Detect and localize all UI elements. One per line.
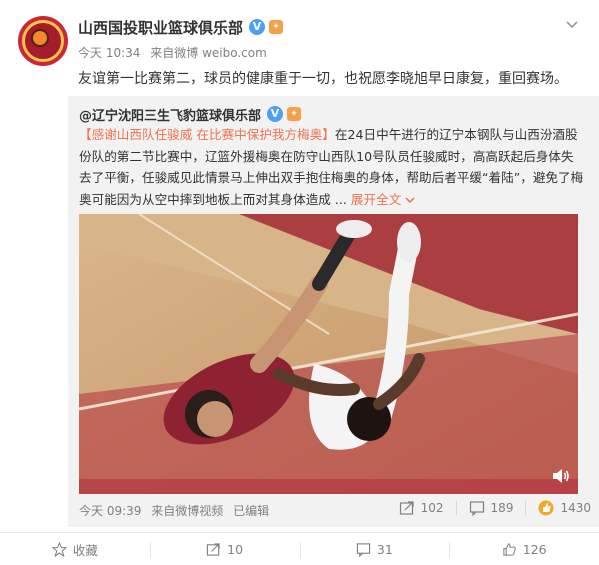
- forward-icon: [207, 542, 220, 556]
- like-icon: [538, 500, 554, 516]
- action-bar: 收藏 10 31 126: [0, 532, 599, 565]
- repost-comment-button[interactable]: 189: [469, 500, 514, 516]
- post-meta: 今天 10:34 来自微博 weibo.com: [78, 44, 273, 61]
- topic-link[interactable]: 【感谢山西队任骏威 在比赛中保护我方梅奥】: [79, 127, 335, 142]
- video-player[interactable]: [79, 214, 578, 494]
- forward-icon: [399, 501, 414, 515]
- comment-icon: [469, 501, 484, 516]
- author-row: 山西国投职业篮球俱乐部 V ✦: [78, 16, 284, 38]
- star-icon: [51, 541, 67, 557]
- repost-like-button[interactable]: 1430: [538, 500, 591, 516]
- repost-source[interactable]: 微博视频: [175, 504, 223, 518]
- medal-icon: ✦: [269, 20, 284, 34]
- post-time[interactable]: 今天 10:34: [78, 46, 140, 60]
- repost-box: @辽宁沈阳三生飞豹篮球俱乐部 V ✦ 【感谢山西队任骏威 在比赛中保护我方梅奥】…: [68, 96, 599, 527]
- thumbs-up-icon: [503, 542, 516, 556]
- favorite-label: 收藏: [72, 542, 98, 558]
- favorite-button[interactable]: 收藏: [0, 533, 150, 565]
- post-text: 友谊第一比赛第二，球员的健康重于一切，也祝愿李晓旭早日康复，重回赛场。: [78, 71, 568, 87]
- author-avatar[interactable]: [18, 16, 68, 66]
- volume-icon[interactable]: [552, 468, 570, 484]
- verified-icon: V: [267, 106, 284, 122]
- forward-button[interactable]: 10: [149, 533, 300, 565]
- forward-count: 10: [227, 541, 244, 557]
- expand-link[interactable]: 展开全文: [351, 192, 415, 207]
- repost-forward-button[interactable]: 102: [399, 500, 444, 516]
- repost-stats: 102 189 1430: [387, 500, 591, 516]
- repost-time[interactable]: 今天 09:39: [79, 504, 141, 518]
- medal-icon: ✦: [287, 107, 302, 121]
- weibo-card: 山西国投职业篮球俱乐部 V ✦ 今天 10:34 来自微博 weibo.com …: [0, 0, 599, 565]
- like-button[interactable]: 126: [449, 533, 599, 565]
- repost-author-row: @辽宁沈阳三生飞豹篮球俱乐部 V ✦: [79, 104, 302, 124]
- chevron-down-icon[interactable]: [565, 18, 579, 32]
- comment-icon: [356, 542, 371, 557]
- comment-count: 31: [376, 541, 393, 557]
- chevron-down-icon: [405, 197, 415, 204]
- verified-icon: V: [249, 19, 266, 35]
- repost-like-count: 1430: [560, 501, 591, 515]
- repost-meta: 今天 09:39 来自微博视频 已编辑: [79, 502, 275, 519]
- comment-button[interactable]: 31: [299, 533, 450, 565]
- like-count: 126: [522, 541, 547, 557]
- video-frame: [79, 214, 578, 494]
- post-source[interactable]: 微博 weibo.com: [174, 46, 267, 60]
- repost-text: 【感谢山西队任骏威 在比赛中保护我方梅奥】在24日中午进行的辽宁本钢队与山西汾酒…: [79, 124, 584, 210]
- repost-comment-count: 189: [490, 501, 514, 515]
- author-name[interactable]: 山西国投职业篮球俱乐部: [78, 17, 243, 38]
- source-prefix: 来自: [151, 504, 176, 518]
- edited-label: 已编辑: [233, 504, 270, 518]
- repost-author[interactable]: @辽宁沈阳三生飞豹篮球俱乐部: [79, 105, 261, 124]
- repost-forward-count: 102: [420, 501, 444, 515]
- source-prefix: 来自: [150, 46, 175, 60]
